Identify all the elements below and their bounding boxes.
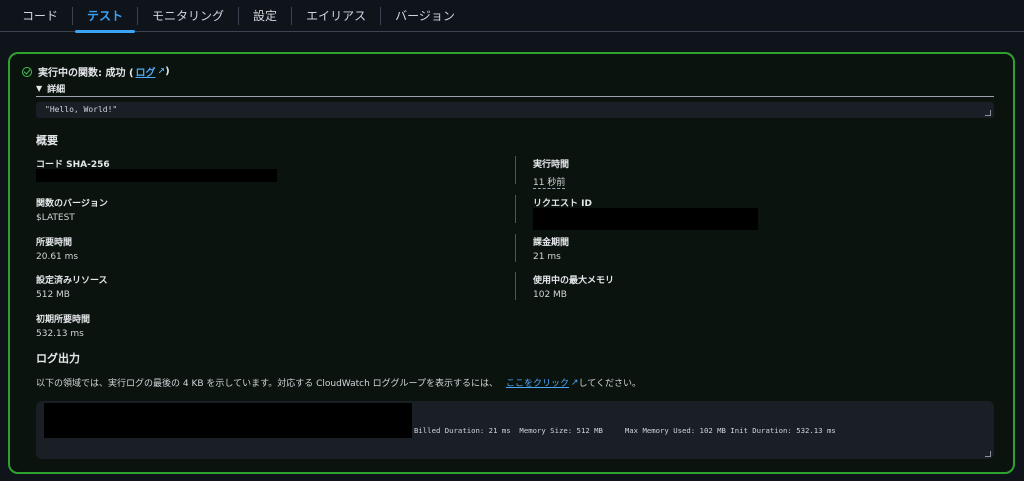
result-text: "Hello, World!" xyxy=(45,105,118,114)
summary-title: 概要 xyxy=(36,134,58,147)
billed-value: 21 ms xyxy=(533,252,561,262)
max-memory-field: 使用中の最大メモリ 102 MB xyxy=(533,273,614,300)
tab-settings[interactable]: 設定 xyxy=(239,0,291,32)
redacted-code-sha xyxy=(36,169,277,182)
external-link-icon[interactable]: ↗ xyxy=(571,378,579,388)
column-divider xyxy=(515,234,516,262)
log-output-textarea[interactable]: Billed Duration: 21 ms Memory Size: 512 … xyxy=(36,401,994,459)
caret-down-icon: ▼ xyxy=(36,84,43,93)
status-text: 実行中の関数: 成功 ( xyxy=(38,68,134,79)
log-output-title: ログ出力 xyxy=(36,352,80,365)
redacted-log-lines xyxy=(44,403,412,438)
tab-code[interactable]: コード xyxy=(8,0,72,32)
duration-label: 所要時間 xyxy=(36,238,73,248)
result-textarea[interactable]: "Hello, World!" xyxy=(36,102,994,118)
resize-handle-icon[interactable] xyxy=(985,110,991,116)
version-field: 関数のバージョン $LATEST xyxy=(36,196,108,223)
success-check-icon xyxy=(22,66,32,77)
tab-bar: コード テスト モニタリング 設定 エイリアス バージョン xyxy=(0,0,1024,33)
log-desc-suffix: してください。 xyxy=(578,379,641,389)
cloudwatch-link[interactable]: ここをクリック xyxy=(506,376,569,389)
max-memory-value: 102 MB xyxy=(533,290,567,300)
resources-value: 512 MB xyxy=(36,290,70,300)
duration-field: 所要時間 20.61 ms xyxy=(36,235,78,262)
details-divider xyxy=(36,96,994,97)
log-output-text: Billed Duration: 21 ms Memory Size: 512 … xyxy=(414,426,836,435)
billed-label: 課金期間 xyxy=(533,238,570,248)
details-toggle[interactable]: ▼ 詳細 xyxy=(36,82,65,95)
init-duration-label: 初期所要時間 xyxy=(36,315,91,325)
billed-field: 課金期間 21 ms xyxy=(533,235,569,262)
resize-handle-icon[interactable] xyxy=(985,451,991,457)
execution-result-panel: 実行中の関数: 成功 ( ログ ↗ ) ▼ 詳細 "Hello, World!"… xyxy=(8,52,1015,474)
exec-time-label: 実行時間 xyxy=(533,160,570,170)
exec-time-field: 実行時間 11 秒前 xyxy=(533,157,569,189)
tab-aliases[interactable]: エイリアス xyxy=(292,0,380,32)
tab-monitoring[interactable]: モニタリング xyxy=(138,0,238,32)
status-suffix: ) xyxy=(165,66,170,77)
version-value: $LATEST xyxy=(36,213,75,223)
log-desc-text: 以下の領域では、実行ログの最後の 4 KB を示しています。対応する Cloud… xyxy=(36,379,498,389)
tab-versions[interactable]: バージョン xyxy=(381,0,469,32)
external-link-icon[interactable]: ↗ xyxy=(158,67,166,77)
max-memory-label: 使用中の最大メモリ xyxy=(533,276,615,286)
column-divider xyxy=(515,272,516,300)
details-label: 詳細 xyxy=(47,85,66,95)
duration-value: 20.61 ms xyxy=(36,252,79,262)
column-divider xyxy=(515,156,516,184)
redacted-request-id xyxy=(533,208,758,230)
version-label: 関数のバージョン xyxy=(36,199,108,209)
tab-test[interactable]: テスト xyxy=(73,0,137,33)
init-duration-value: 532.13 ms xyxy=(36,329,84,339)
column-divider xyxy=(515,195,516,223)
resources-label: 設定済みリソース xyxy=(36,276,108,286)
resources-field: 設定済みリソース 512 MB xyxy=(36,273,108,300)
exec-time-value[interactable]: 11 秒前 xyxy=(533,175,566,189)
log-description: 以下の領域では、実行ログの最後の 4 KB を示しています。対応する Cloud… xyxy=(36,376,641,390)
init-duration-field: 初期所要時間 532.13 ms xyxy=(36,312,90,339)
execution-status: 実行中の関数: 成功 ( ログ ↗ ) xyxy=(22,64,170,79)
log-link[interactable]: ログ xyxy=(136,64,156,79)
